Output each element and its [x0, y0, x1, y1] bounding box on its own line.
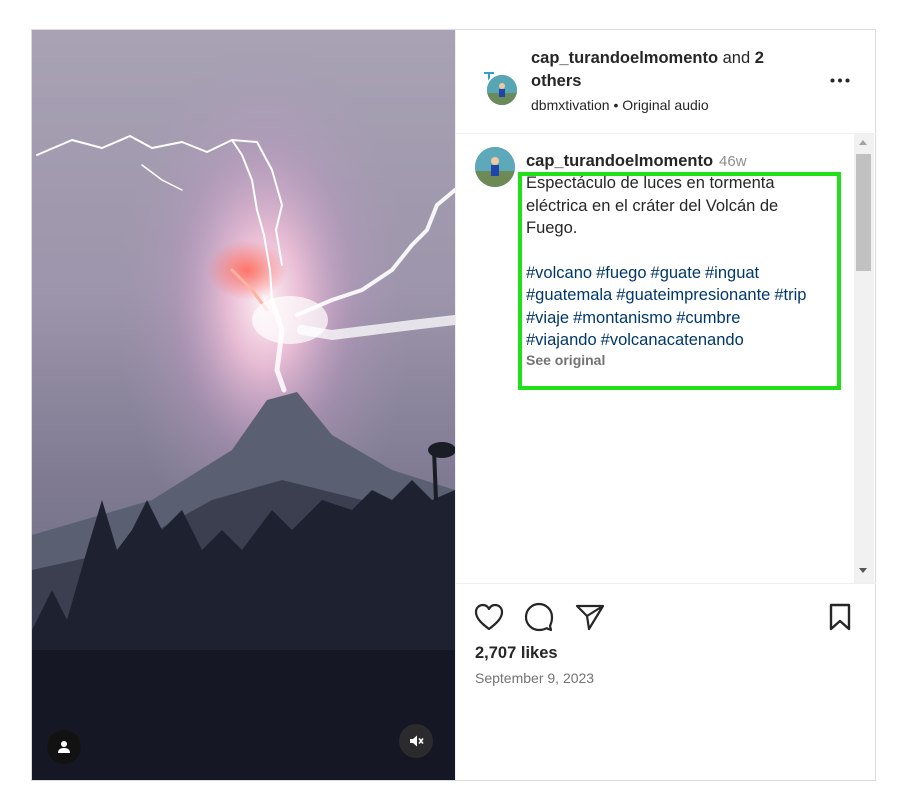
scroll-down-arrow-icon[interactable]: [859, 568, 867, 573]
user-icon: [58, 741, 70, 753]
collaborators-line: cap_turandoelmomento and 2 others: [531, 47, 801, 93]
highlight-box: [518, 172, 841, 390]
post-details-panel: cap_turandoelmomento and 2 others dbmxti…: [455, 30, 876, 780]
scrollbar-thumb[interactable]: [856, 154, 871, 271]
comment-button[interactable]: [522, 600, 556, 634]
speaker-muted-icon: [410, 735, 424, 747]
more-horizontal-icon: [830, 78, 850, 82]
scroll-up-arrow-icon[interactable]: [859, 140, 867, 145]
tagged-users-button[interactable]: [47, 730, 81, 764]
post-video[interactable]: [32, 30, 455, 780]
caption-header: cap_turandoelmomento 46w: [526, 151, 846, 172]
post-dialog: cap_turandoelmomento and 2 others dbmxti…: [31, 29, 876, 781]
volcano-lightning-image: [32, 30, 455, 780]
like-button[interactable]: [472, 600, 506, 634]
audio-line: dbmxtivation • Original audio: [531, 95, 801, 115]
avatar-primary[interactable]: [485, 73, 519, 107]
share-button[interactable]: [573, 600, 607, 634]
caption-avatar[interactable]: [475, 147, 515, 187]
profile-photo: [487, 75, 517, 105]
audio-author[interactable]: dbmxtivation: [531, 97, 610, 113]
comments-section[interactable]: cap_turandoelmomento 46w Espectáculo de l…: [456, 134, 876, 583]
post-date[interactable]: September 9, 2023: [475, 670, 594, 686]
comments-scrollbar[interactable]: [854, 134, 874, 583]
separator-dot: •: [613, 97, 619, 113]
post-header-text: cap_turandoelmomento and 2 others dbmxti…: [531, 47, 801, 115]
unmute-button[interactable]: [399, 724, 433, 758]
send-icon: [575, 604, 605, 631]
bookmark-icon: [829, 603, 851, 631]
post-header: cap_turandoelmomento and 2 others dbmxti…: [456, 30, 876, 134]
post-actions: 2,707 likes September 9, 2023: [456, 583, 876, 780]
caption-timestamp[interactable]: 46w: [719, 153, 747, 170]
collaborator-avatars[interactable]: [476, 64, 520, 108]
author-username[interactable]: cap_turandoelmomento: [531, 49, 718, 67]
heart-icon: [474, 603, 504, 631]
profile-photo: [475, 147, 515, 187]
comment-icon: [524, 602, 554, 632]
more-options-button[interactable]: [828, 68, 852, 92]
caption-username[interactable]: cap_turandoelmomento: [526, 152, 713, 170]
likes-count[interactable]: 2,707 likes: [475, 644, 558, 663]
audio-link[interactable]: Original audio: [622, 97, 708, 113]
save-button[interactable]: [823, 600, 857, 634]
and-text: and: [718, 49, 755, 67]
